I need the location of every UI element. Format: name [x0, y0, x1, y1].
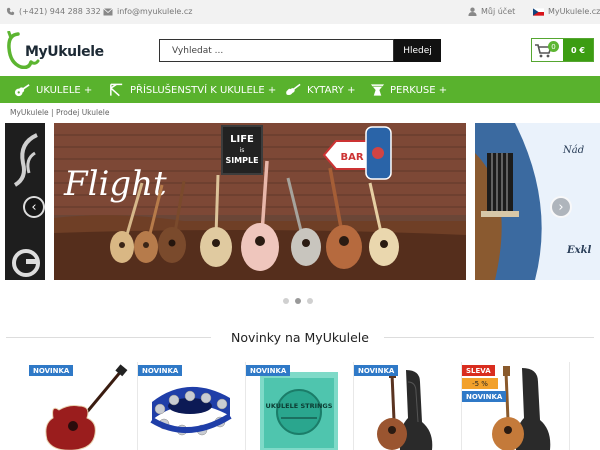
djembe-icon: [370, 84, 385, 96]
hero-slider: ‹ Flight LIFE is SIMPLE BAR Nád Exkl ›: [0, 123, 600, 280]
sale-badge: SLEVA: [462, 365, 495, 376]
discount-badge: -5 %: [462, 378, 498, 389]
phone-icon: [6, 7, 15, 16]
nav-label: PŘÍSLUŠENSTVÍ K UKULELE +: [130, 84, 277, 96]
new-badge: NOVINKA: [246, 365, 291, 376]
site-label: MyUkulele.cz: [548, 7, 600, 16]
sign-bar-text: BAR: [340, 152, 363, 163]
new-badge: NOVINKA: [354, 365, 399, 376]
nav-item-accessories[interactable]: PŘÍSLUŠENSTVÍ K UKULELE +: [108, 83, 276, 97]
phone-contact[interactable]: (+421) 944 288 332: [6, 7, 101, 16]
product-card[interactable]: NOVINKA UKULELE STRINGS: [246, 362, 350, 450]
ukulele-collection-image: Flight LIFE is SIMPLE BAR: [54, 123, 466, 280]
top-bar: (+421) 944 288 332 info@myukulele.cz Můj…: [0, 0, 600, 24]
guitar-stand-icon: [110, 83, 123, 97]
new-badge: NOVINKA: [138, 365, 183, 376]
product-card[interactable]: NOVINKA: [29, 362, 133, 450]
slider-dot[interactable]: [307, 298, 313, 304]
slider-next-arrow[interactable]: ›: [550, 196, 572, 218]
nav-label: UKULELE +: [36, 84, 93, 96]
czech-flag-icon: [533, 7, 544, 16]
guitar-icon: [286, 83, 301, 95]
slider-prev-arrow[interactable]: ‹: [23, 196, 45, 218]
email-contact[interactable]: info@myukulele.cz: [103, 7, 193, 16]
product-card[interactable]: SLEVA -5 % NOVINKA: [462, 362, 566, 450]
email-address: info@myukulele.cz: [117, 7, 193, 16]
breadcrumb[interactable]: MyUkulele | Prodej Ukulele: [10, 108, 109, 117]
new-badge: NOVINKA: [462, 391, 507, 402]
slide-text-bottom: Exkl: [566, 245, 592, 256]
new-badge: NOVINKA: [29, 365, 74, 376]
section-title: Novinky na MyUkulele: [231, 330, 369, 345]
product-card[interactable]: NOVINKA: [138, 362, 242, 450]
divider: [569, 362, 570, 450]
language-switch[interactable]: MyUkulele.cz: [533, 7, 600, 16]
site-logo[interactable]: MyUkulele: [7, 30, 104, 70]
sign-simple-text: SIMPLE: [225, 156, 258, 165]
slider-dot-active[interactable]: [295, 298, 301, 304]
slide-previous[interactable]: ‹: [5, 123, 45, 280]
ukulele-closeup-image: Nád Exkl: [475, 123, 600, 280]
account-label: Můj účet: [481, 7, 516, 16]
cart-button[interactable]: 0 0 €: [531, 38, 594, 62]
slide-next[interactable]: Nád Exkl ›: [475, 123, 600, 280]
flight-logo-text: Flight: [63, 164, 167, 204]
nav-label: KYTARY +: [307, 84, 356, 96]
strings-brand-text: UKULELE STRINGS: [266, 402, 333, 410]
sign-is-text: is: [240, 147, 245, 154]
cart-count-badge: 0: [548, 41, 559, 52]
envelope-icon: [103, 7, 113, 15]
slider-dot[interactable]: [283, 298, 289, 304]
ukulele-icon: [14, 84, 30, 97]
sign-life-text: LIFE: [230, 134, 254, 145]
slide-text-top: Nád: [562, 145, 584, 156]
product-card[interactable]: NOVINKA: [354, 362, 458, 450]
search-input[interactable]: [159, 39, 394, 62]
product-carousel: NOVINKA NOVINKA NOVINKA UKULELE STRINGS …: [0, 362, 600, 450]
cart-total: 0 €: [563, 39, 593, 61]
search-button[interactable]: Hledej: [394, 39, 441, 62]
new-products-heading-wrap: Novinky na MyUkulele: [0, 328, 600, 348]
nav-item-guitars[interactable]: KYTARY +: [285, 83, 355, 97]
slide-current[interactable]: Flight LIFE is SIMPLE BAR: [54, 123, 466, 280]
logo-text: MyUkulele: [25, 44, 104, 60]
account-link[interactable]: Můj účet: [468, 7, 515, 16]
phone-number: (+421) 944 288 332: [19, 7, 101, 16]
nav-item-percussion[interactable]: PERKUSE +: [370, 83, 447, 97]
slider-dots: [283, 298, 313, 304]
main-navigation: UKULELE + PŘÍSLUŠENSTVÍ K UKULELE + KYTA…: [0, 76, 600, 103]
user-icon: [468, 7, 477, 16]
site-header: MyUkulele Hledej 0 0 €: [0, 24, 600, 76]
nav-label: PERKUSE +: [390, 84, 448, 96]
nav-item-ukulele[interactable]: UKULELE +: [14, 83, 92, 97]
